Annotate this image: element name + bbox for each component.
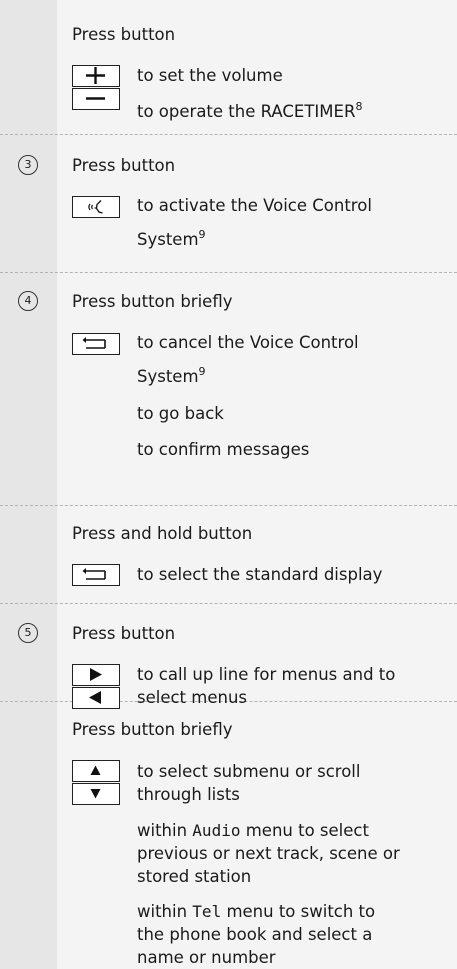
instruction-heading: Press button bbox=[72, 156, 176, 175]
instruction-heading: Press and hold button bbox=[72, 524, 253, 543]
key-description: to call up line for menus and to bbox=[137, 665, 396, 684]
key-description: the phone book and select a bbox=[137, 925, 373, 944]
key-description: System9 bbox=[137, 228, 206, 249]
key-description: to activate the Voice Control bbox=[137, 196, 372, 215]
key-description: to cancel the Voice Control bbox=[137, 333, 359, 352]
key-description: through lists bbox=[137, 785, 240, 804]
instruction-heading: Press button briefly bbox=[72, 292, 233, 311]
key-description: select menus bbox=[137, 688, 248, 707]
instruction-heading: Press button bbox=[72, 624, 176, 643]
plus-key-icon bbox=[72, 65, 120, 87]
callout-number: 3 bbox=[18, 155, 38, 175]
menu-name-audio: Audio bbox=[192, 821, 241, 840]
manual-page: Press button to set the volume to operat… bbox=[0, 0, 457, 969]
instruction-heading: Press button briefly bbox=[72, 720, 233, 739]
key-description: name or number bbox=[137, 948, 276, 967]
footnote-marker: 9 bbox=[198, 228, 206, 241]
down-arrow-key-icon bbox=[72, 783, 120, 805]
key-description: to operate the RACETIMER8 bbox=[137, 100, 363, 121]
key-description: to set the volume bbox=[137, 66, 283, 85]
back-key-icon bbox=[72, 333, 120, 355]
row-divider bbox=[0, 603, 457, 604]
row-divider bbox=[0, 134, 457, 135]
key-description: System9 bbox=[137, 365, 206, 386]
voice-control-key-icon bbox=[72, 196, 120, 218]
right-arrow-key-icon bbox=[72, 664, 120, 686]
key-description: to select submenu or scroll bbox=[137, 762, 361, 781]
key-description: to confirm messages bbox=[137, 440, 310, 459]
key-description: within Audio menu to select bbox=[137, 821, 369, 840]
key-description: previous or next track, scene or bbox=[137, 844, 400, 863]
minus-key-icon bbox=[72, 88, 120, 110]
key-description: stored station bbox=[137, 867, 252, 886]
up-arrow-key-icon bbox=[72, 760, 120, 782]
callout-number: 5 bbox=[18, 623, 38, 643]
footnote-marker: 8 bbox=[355, 100, 363, 113]
row-divider bbox=[0, 505, 457, 506]
callout-number: 4 bbox=[18, 291, 38, 311]
left-column-band bbox=[0, 0, 57, 969]
key-description: to select the standard display bbox=[137, 565, 383, 584]
menu-name-tel: Tel bbox=[192, 902, 222, 921]
back-key-icon bbox=[72, 564, 120, 586]
key-description: to go back bbox=[137, 404, 224, 423]
left-arrow-key-icon bbox=[72, 687, 120, 709]
key-description: within Tel menu to switch to bbox=[137, 902, 376, 921]
instruction-heading: Press button bbox=[72, 25, 176, 44]
row-divider bbox=[0, 272, 457, 273]
footnote-marker: 9 bbox=[198, 365, 206, 378]
